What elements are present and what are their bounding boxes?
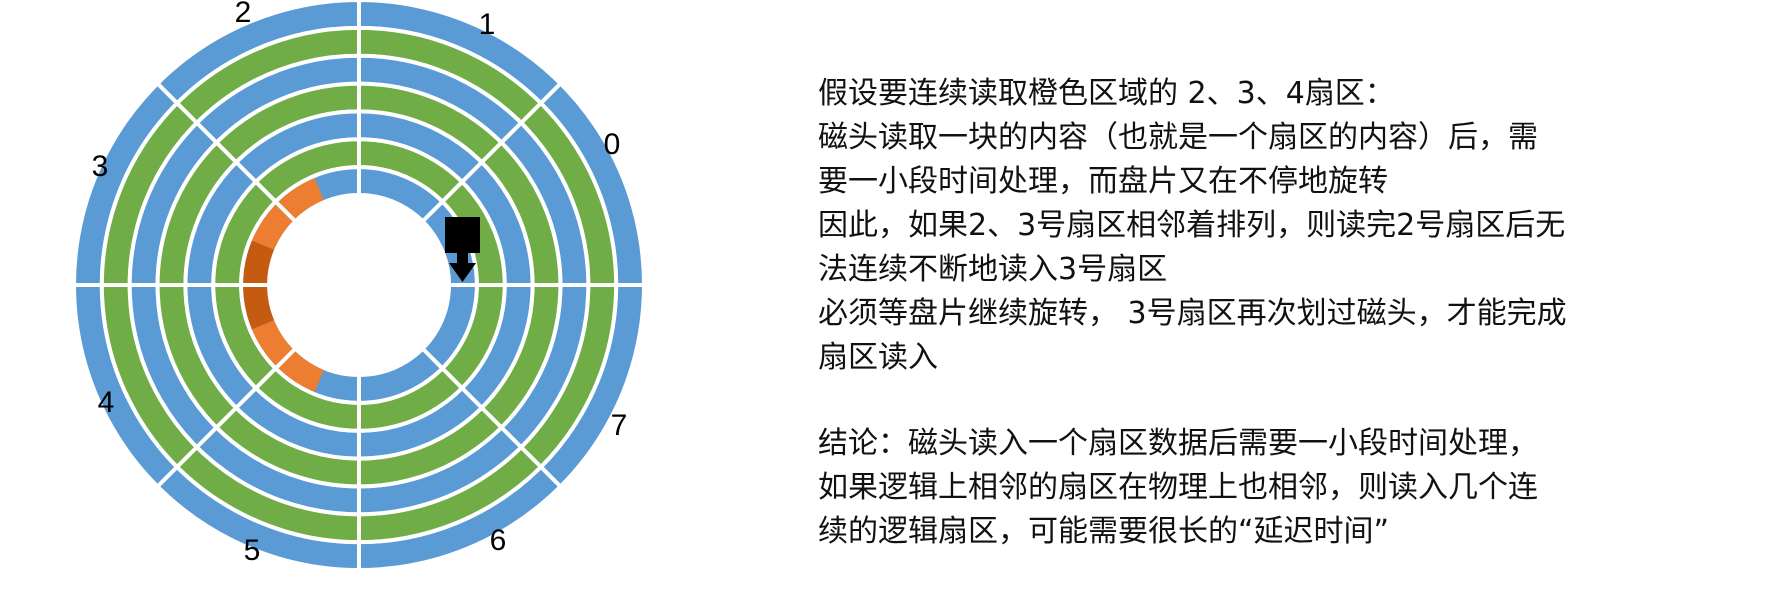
explanation-line: 扇区读入 xyxy=(818,340,938,375)
disk-diagram: 0 1 2 3 4 5 6 7 xyxy=(72,0,646,572)
sector-label: 0 xyxy=(604,128,621,161)
explanation-line: 法连续不断地读入3号扇区 xyxy=(818,252,1168,287)
sector-label: 2 xyxy=(235,0,252,29)
sector-label: 5 xyxy=(244,534,261,567)
explanation-paragraph: 假设要连续读取橙色区域的 2、3、4扇区： 磁头读取一块的内容（也就是一个扇区的内… xyxy=(818,72,1768,380)
conclusion-line: 如果逻辑上相邻的扇区在物理上也相邻，则读入几个连 xyxy=(818,470,1538,505)
sector-label: 6 xyxy=(490,524,507,557)
explanation-line: 必须等盘片继续旋转， 3号扇区再次划过磁头，才能完成 xyxy=(818,296,1567,331)
explanation-line: 要一小段时间处理，而盘片又在不停地旋转 xyxy=(818,164,1388,199)
conclusion-line: 结论：磁头读入一个扇区数据后需要一小段时间处理， xyxy=(818,426,1538,461)
sector-label: 7 xyxy=(611,409,628,442)
disk-hub xyxy=(269,195,449,375)
explanation-line: 磁头读取一块的内容（也就是一个扇区的内容）后，需 xyxy=(818,120,1538,155)
sector-label: 3 xyxy=(92,150,109,183)
sector-label: 1 xyxy=(479,8,496,41)
conclusion-paragraph: 结论：磁头读入一个扇区数据后需要一小段时间处理， 如果逻辑上相邻的扇区在物理上也相… xyxy=(818,422,1768,554)
sector-label: 4 xyxy=(98,386,115,419)
explanation-line: 因此，如果2、3号扇区相邻着排列，则读完2号扇区后无 xyxy=(818,208,1566,243)
conclusion-line: 续的逻辑扇区，可能需要很长的“延迟时间” xyxy=(818,514,1390,549)
explanation-line: 假设要连续读取橙色区域的 2、3、4扇区： xyxy=(818,76,1395,111)
explanation-text: 假设要连续读取橙色区域的 2、3、4扇区： 磁头读取一块的内容（也就是一个扇区的内… xyxy=(818,72,1768,554)
